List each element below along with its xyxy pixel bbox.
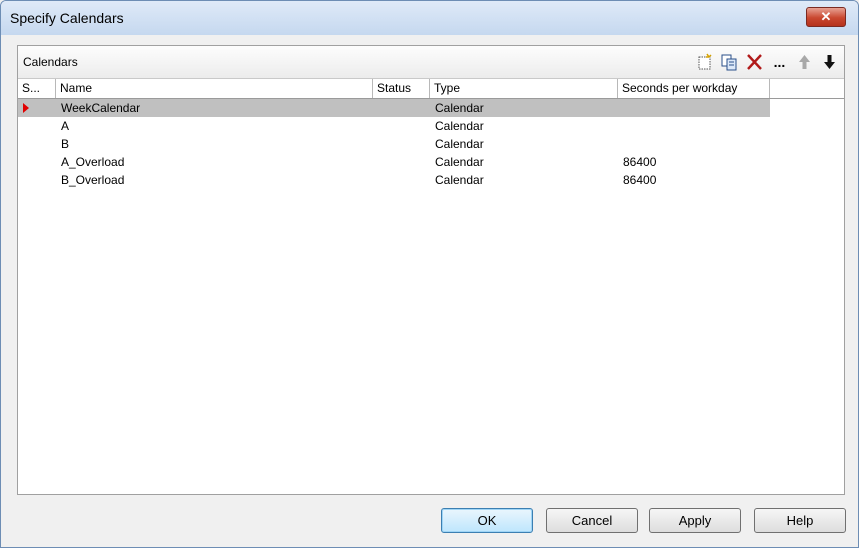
panel-header: Calendars ... [18, 46, 844, 78]
table-row[interactable]: WeekCalendar Calendar [18, 99, 770, 117]
cell-type: Calendar [435, 137, 484, 151]
cell-type: Calendar [435, 119, 484, 133]
cell-status [373, 171, 378, 189]
cell-status [373, 117, 378, 135]
current-row-indicator-icon [23, 103, 29, 113]
arrow-up-icon[interactable] [794, 52, 815, 72]
cell-seconds [618, 117, 623, 135]
cancel-button[interactable]: Cancel [546, 508, 638, 533]
column-header-seconds[interactable]: Seconds per workday [618, 79, 770, 98]
dialog-body: Calendars ... S... Name Status Type Seco… [9, 35, 850, 539]
cell-name: A [61, 119, 70, 133]
panel-toolbar: ... [694, 52, 840, 72]
table-row[interactable]: B_Overload Calendar 86400 [18, 171, 770, 189]
cell-type: Calendar [435, 101, 484, 115]
close-button[interactable]: ✕ [806, 7, 846, 27]
table-row[interactable]: B Calendar [18, 135, 770, 153]
table-row[interactable]: A_Overload Calendar 86400 [18, 153, 770, 171]
table-row[interactable]: A Calendar [18, 117, 770, 135]
ellipsis-button[interactable]: ... [769, 52, 790, 72]
apply-button[interactable]: Apply [649, 508, 741, 533]
cell-type: Calendar [435, 155, 484, 169]
arrow-down-icon[interactable] [819, 52, 840, 72]
cell-type: Calendar [435, 173, 484, 187]
calendars-panel: Calendars ... S... Name Status Type Seco… [17, 45, 845, 495]
cell-name: WeekCalendar [61, 101, 141, 115]
column-header-status[interactable]: Status [373, 79, 430, 98]
column-header-type[interactable]: Type [430, 79, 618, 98]
window-title: Specify Calendars [10, 10, 124, 26]
help-button[interactable]: Help [754, 508, 846, 533]
cell-name: B [61, 137, 70, 151]
dialog-window: Specify Calendars ✕ Calendars ... S... N… [0, 0, 859, 548]
new-icon[interactable] [694, 52, 715, 72]
cell-seconds [618, 135, 623, 153]
cell-seconds: 86400 [623, 155, 657, 169]
delete-icon[interactable] [744, 52, 765, 72]
cell-status [373, 153, 378, 171]
panel-title: Calendars [23, 55, 78, 69]
column-header-s[interactable]: S... [18, 79, 56, 98]
cell-name: A_Overload [61, 155, 125, 169]
title-bar[interactable]: Specify Calendars ✕ [1, 1, 858, 35]
cell-status [373, 135, 378, 153]
column-header-name[interactable]: Name [56, 79, 373, 98]
cell-seconds: 86400 [623, 173, 657, 187]
cell-status [373, 99, 378, 117]
copy-icon[interactable] [719, 52, 740, 72]
cell-seconds [618, 99, 623, 117]
table-header: S... Name Status Type Seconds per workda… [18, 78, 844, 99]
ok-button[interactable]: OK [441, 508, 533, 533]
cell-name: B_Overload [61, 173, 125, 187]
